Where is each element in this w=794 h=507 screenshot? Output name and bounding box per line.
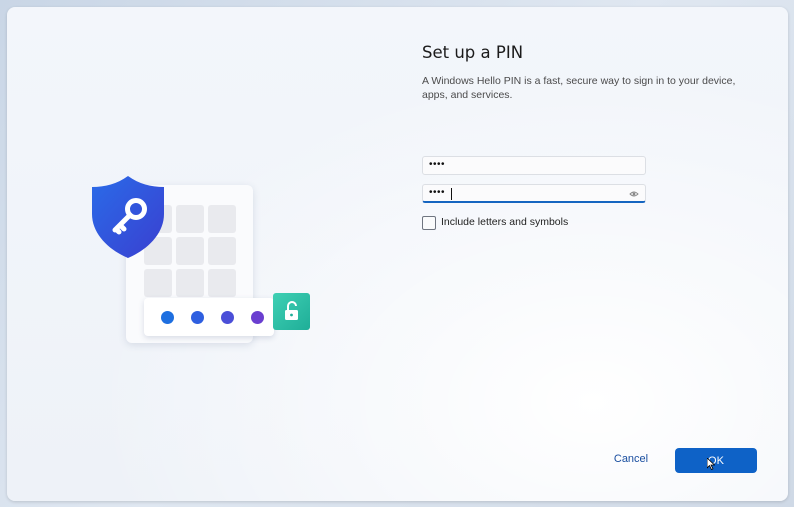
pin-dot — [221, 311, 234, 324]
pin-input[interactable]: •••• — [422, 156, 646, 175]
mouse-cursor-icon — [707, 458, 715, 470]
keypad-key — [176, 269, 204, 297]
keypad-key — [208, 237, 236, 265]
page-description: A Windows Hello PIN is a fast, secure wa… — [422, 75, 736, 101]
pin-dot — [161, 311, 174, 324]
pin-input-value: •••• — [429, 159, 446, 170]
include-letters-label[interactable]: Include letters and symbols — [441, 216, 568, 228]
keypad-key — [144, 269, 172, 297]
ok-button[interactable]: OK — [675, 448, 757, 473]
page-title: Set up a PIN — [422, 43, 524, 62]
cancel-button[interactable]: Cancel — [605, 453, 657, 471]
pin-dots-bar — [144, 298, 274, 336]
eye-icon[interactable] — [629, 189, 639, 199]
text-caret — [451, 188, 452, 200]
pin-dot — [251, 311, 264, 324]
confirm-pin-input[interactable]: •••• — [422, 184, 646, 203]
keypad-key — [176, 205, 204, 233]
key-shield-icon — [92, 176, 164, 258]
keypad-key — [208, 205, 236, 233]
keypad-key — [176, 237, 204, 265]
unlocked-padlock-icon — [273, 293, 310, 330]
keypad-key — [208, 269, 236, 297]
confirm-pin-input-value: •••• — [429, 187, 446, 198]
setup-window: Set up a PIN A Windows Hello PIN is a fa… — [7, 7, 788, 501]
include-letters-checkbox[interactable] — [422, 216, 436, 230]
pin-dot — [191, 311, 204, 324]
